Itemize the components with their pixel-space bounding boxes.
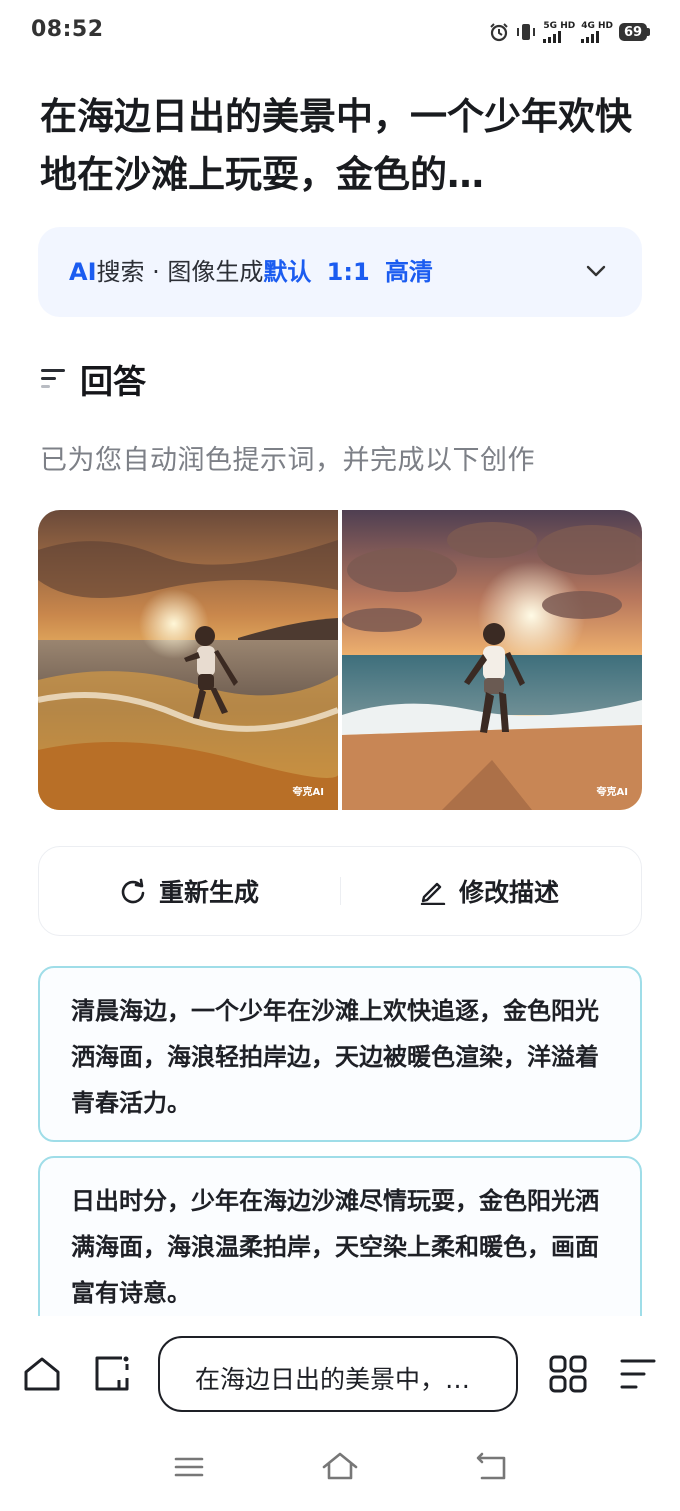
separator: · [144, 258, 168, 286]
ratio-option[interactable]: 1:1 [327, 258, 370, 286]
answer-title: 回答 [80, 362, 146, 401]
status-bar: 08:52 5G HD 4G HD 69 [0, 0, 680, 64]
image-watermark: 夸克AI [292, 787, 324, 798]
mode-selector[interactable]: AI搜索 · 图像生成默认 1:1 高清 [38, 227, 642, 317]
back-icon[interactable] [474, 1450, 510, 1484]
system-icons: 5G HD 4G HD 69 [489, 20, 650, 44]
tabs-icon[interactable] [92, 1354, 132, 1394]
sim1-signal: 5G HD [543, 21, 575, 43]
chevron-down-icon[interactable] [584, 259, 608, 283]
mode-label: 图像生成 [167, 258, 264, 286]
generated-image-2[interactable]: 夸克AI [342, 510, 642, 810]
suggestion-text: 清晨海边，一个少年在沙滩上欢快追逐，金色阳光洒海面，海浪轻拍岸边，天边被暖色渲染… [71, 997, 599, 1117]
regenerate-label: 重新生成 [159, 878, 260, 907]
divider [340, 877, 341, 905]
generated-image-1[interactable]: 夸克AI [38, 510, 338, 810]
edit-description-label: 修改描述 [459, 878, 560, 907]
suggestion-text: 日出时分，少年在海边沙滩尽情玩耍，金色阳光洒满海面，海浪温柔拍岸，天空染上柔和暖… [71, 1187, 599, 1307]
apps-grid-icon[interactable] [548, 1354, 588, 1394]
quality-option[interactable]: 高清 [385, 258, 433, 286]
edit-description-button[interactable]: 修改描述 [419, 847, 559, 935]
vibrate-icon [517, 24, 536, 40]
alarm-icon [490, 23, 509, 42]
image-watermark: 夸克AI [596, 787, 628, 798]
regenerate-button[interactable]: 重新生成 [119, 847, 259, 935]
action-bar: 重新生成 修改描述 [38, 846, 642, 936]
sim2-signal: 4G HD [581, 21, 613, 43]
menu-icon[interactable] [618, 1354, 658, 1394]
home-icon[interactable] [22, 1354, 62, 1394]
search-query-field[interactable]: 在海边日出的美景中，… [158, 1336, 518, 1412]
page-title: 在海边日出的美景中，一个少年欢快地在沙滩上玩耍，金色的… [40, 95, 632, 196]
system-navigation [0, 1440, 680, 1511]
suggestion-card[interactable]: 清晨海边，一个少年在沙滩上欢快追逐，金色阳光洒海面，海浪轻拍岸边，天边被暖色渲染… [38, 966, 642, 1142]
system-home-icon[interactable] [321, 1450, 359, 1484]
style-option[interactable]: 默认 [263, 258, 311, 286]
search-query-text: 在海边日出的美景中，… [195, 1365, 471, 1394]
answer-heading: 回答 [40, 356, 146, 402]
refresh-icon [121, 878, 145, 904]
ai-label: AI [69, 258, 97, 286]
status-time: 08:52 [31, 17, 104, 42]
search-label: 搜索 [96, 258, 145, 286]
generated-images: 夸克AI 夸克AI [38, 510, 642, 810]
recent-apps-icon[interactable] [172, 1450, 206, 1484]
lines-icon [41, 369, 65, 388]
answer-subtitle: 已为您自动润色提示词，并完成以下创作 [40, 445, 535, 476]
pencil-icon [420, 882, 446, 905]
battery-icon: 69 [619, 23, 650, 41]
mode-summary: AI搜索 · 图像生成默认 1:1 高清 [69, 257, 433, 287]
